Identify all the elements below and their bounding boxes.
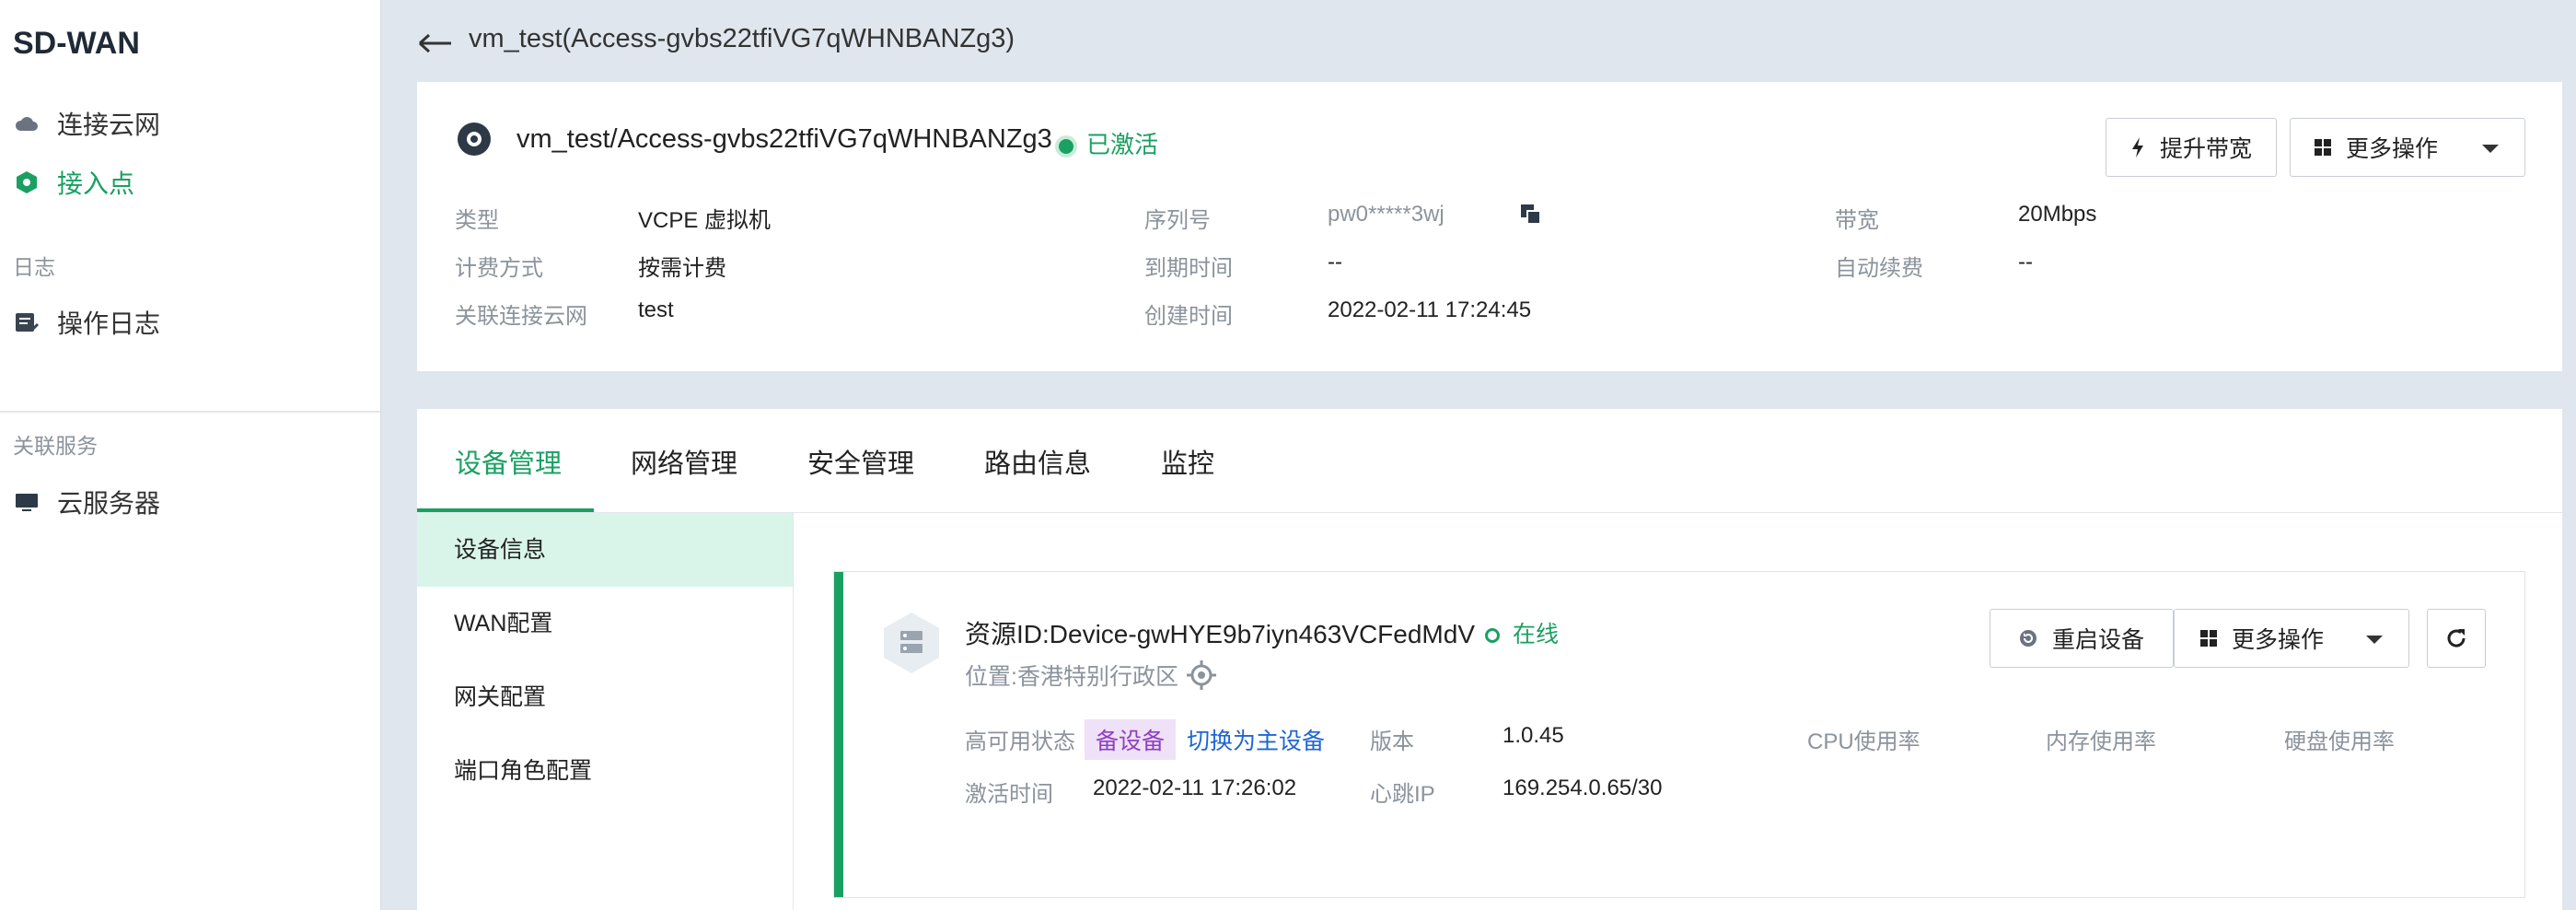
heartbeat-ip-value: 169.254.0.65/30 <box>1503 776 1663 800</box>
access-point-icon <box>13 169 41 196</box>
sidebar-group-log: 日志 <box>13 255 55 279</box>
device-panel-accent <box>834 572 843 897</box>
sidebar-item-label: 操作日志 <box>57 309 161 338</box>
grid-icon <box>2200 630 2217 647</box>
brand-title: SD-WAN <box>13 26 140 61</box>
device-status-icon <box>458 122 491 156</box>
type-label: 类型 <box>455 208 499 233</box>
backup-device-tag: 备设备 <box>1085 719 1177 760</box>
access-point-info-card: vm_test/Access-gvbs22tfiVG7qWHNBANZg3 已激… <box>417 82 2562 371</box>
restart-device-button[interactable]: 重启设备 <box>1990 609 2174 668</box>
serial-label: 序列号 <box>1144 208 1211 233</box>
activated-time-label: 激活时间 <box>965 782 1053 807</box>
subnav-item-gateway-config[interactable]: 网关配置 <box>417 660 793 734</box>
refresh-button[interactable] <box>2427 609 2486 668</box>
disk-usage-label: 硬盘使用率 <box>2284 729 2395 754</box>
refresh-icon <box>2444 626 2468 650</box>
memory-usage-label: 内存使用率 <box>2046 729 2156 754</box>
device-more-actions-dropdown[interactable]: 更多操作 <box>2174 609 2409 668</box>
log-icon <box>13 309 41 336</box>
expire-value: -- <box>1328 250 1342 274</box>
expire-label: 到期时间 <box>1144 256 1233 281</box>
sidebar-item-label: 接入点 <box>57 169 135 198</box>
cpu-usage-label: CPU使用率 <box>1807 729 1920 754</box>
network-value: test <box>638 298 674 322</box>
heartbeat-ip-label: 心跳IP <box>1370 782 1435 807</box>
billing-label: 计费方式 <box>455 256 543 281</box>
management-card: 设备管理 网络管理 安全管理 路由信息 监控 设备信息 WAN配置 网关配置 端… <box>417 409 2562 910</box>
grid-icon <box>2315 139 2331 156</box>
copy-icon[interactable] <box>1520 204 1542 230</box>
sidebar-item-cloud-network[interactable]: 连接云网 <box>13 105 160 142</box>
chevron-down-icon <box>2366 636 2383 644</box>
online-status-badge: 在线 <box>1485 616 1559 649</box>
bandwidth-label: 带宽 <box>1835 208 1879 233</box>
sidebar-item-label: 云服务器 <box>57 489 161 518</box>
chevron-down-icon <box>2482 145 2499 153</box>
arrow-left-icon[interactable] <box>418 24 453 61</box>
sidebar: SD-WAN 连接云网 接入点 日志 操作日志 关联服务 云服务器 <box>0 0 381 910</box>
cloud-icon <box>13 110 41 137</box>
tab-network-management[interactable]: 网络管理 <box>631 442 737 481</box>
sidebar-item-operation-log[interactable]: 操作日志 <box>13 304 160 341</box>
locate-icon[interactable] <box>1186 659 1217 691</box>
bandwidth-value: 20Mbps <box>2018 202 2097 227</box>
page-title: vm_test(Access-gvbs22tfiVG7qWHNBANZg3) <box>469 24 1015 53</box>
version-label: 版本 <box>1370 729 1414 754</box>
sub-navigation: 设备信息 WAN配置 网关配置 端口角色配置 <box>417 513 794 910</box>
online-dot-icon <box>1485 628 1500 644</box>
tab-device-management[interactable]: 设备管理 <box>455 442 562 481</box>
network-label: 关联连接云网 <box>455 304 587 329</box>
subnav-item-wan-config[interactable]: WAN配置 <box>417 587 793 660</box>
created-label: 创建时间 <box>1144 304 1233 329</box>
sidebar-group-related: 关联服务 <box>13 434 98 458</box>
type-value: VCPE 虚拟机 <box>638 208 772 233</box>
restart-icon <box>2019 629 2037 648</box>
lightning-icon <box>2130 136 2145 158</box>
ha-status-label: 高可用状态 <box>965 729 1075 754</box>
active-tab-indicator <box>417 508 594 512</box>
sidebar-item-cloud-server[interactable]: 云服务器 <box>13 484 160 520</box>
device-location: 位置:香港特别行政区 <box>965 659 1217 692</box>
tab-security-management[interactable]: 安全管理 <box>807 442 914 481</box>
auto-renew-label: 自动续费 <box>1835 256 1923 281</box>
created-value: 2022-02-11 17:24:45 <box>1328 298 1532 322</box>
billing-value: 按需计费 <box>638 256 726 281</box>
upgrade-bandwidth-button[interactable]: 提升带宽 <box>2106 118 2277 177</box>
version-value: 1.0.45 <box>1503 723 1564 748</box>
auto-renew-value: -- <box>2018 250 2033 274</box>
tab-route-info[interactable]: 路由信息 <box>984 442 1091 481</box>
more-actions-dropdown[interactable]: 更多操作 <box>2290 118 2525 177</box>
device-panel: 资源ID:Device-gwHYE9b7iyn463VCFedMdV 在线 位置… <box>833 571 2525 898</box>
serial-value: pw0*****3wj <box>1328 202 1445 227</box>
server-icon <box>882 611 941 680</box>
sidebar-divider <box>0 411 380 413</box>
ha-status: 备设备 切换为主设备 <box>1075 719 1325 760</box>
sidebar-item-label: 连接云网 <box>57 111 161 139</box>
activated-time-value: 2022-02-11 17:26:02 <box>1093 776 1297 800</box>
status-badge: 已激活 <box>1059 126 1158 160</box>
switch-to-primary-link[interactable]: 切换为主设备 <box>1187 723 1325 756</box>
device-resource-id: 资源ID:Device-gwHYE9b7iyn463VCFedMdV <box>965 620 1475 648</box>
access-point-title: vm_test/Access-gvbs22tfiVG7qWHNBANZg3 <box>516 124 1052 154</box>
status-dot-icon <box>1059 139 1073 155</box>
subnav-item-port-role-config[interactable]: 端口角色配置 <box>417 734 793 808</box>
subnav-item-device-info[interactable]: 设备信息 <box>417 513 793 587</box>
monitor-icon <box>13 488 41 516</box>
tab-monitor[interactable]: 监控 <box>1161 442 1214 481</box>
sidebar-item-access-point[interactable]: 接入点 <box>13 164 134 201</box>
